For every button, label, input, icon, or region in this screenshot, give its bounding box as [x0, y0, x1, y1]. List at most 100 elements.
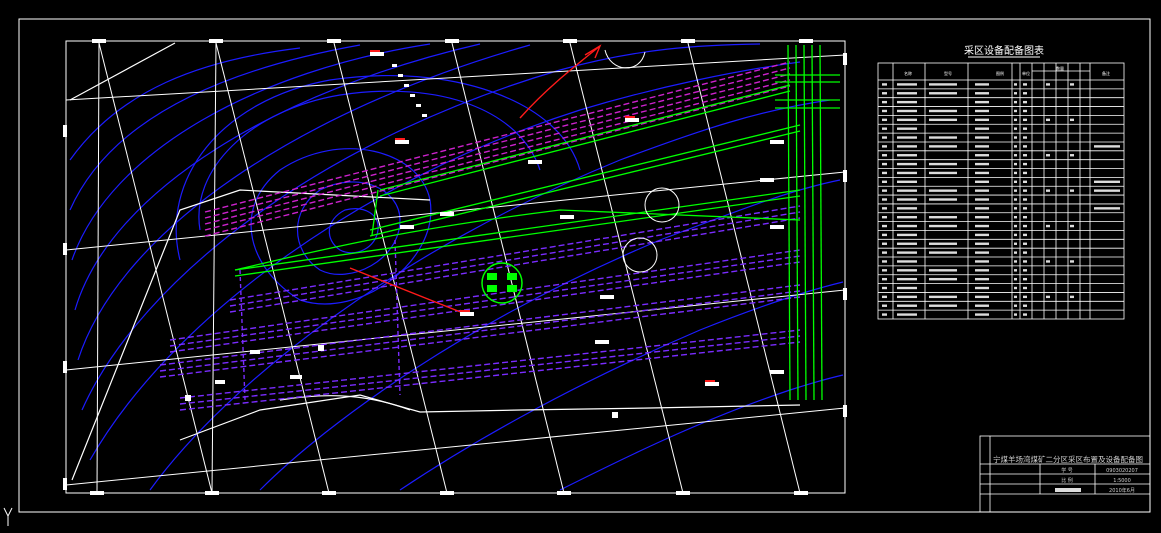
table-cell-mark [882, 198, 887, 201]
ucs-icon [3, 507, 13, 526]
table-cell-mark [882, 216, 887, 219]
table-cell-mark [1014, 118, 1017, 122]
table-cell-mark [882, 286, 887, 290]
table-cell-mark [929, 83, 957, 86]
table-cell-mark [882, 277, 887, 281]
table-cell-mark [1014, 295, 1017, 299]
table-cell-mark [929, 171, 957, 175]
table-cell-mark [897, 100, 917, 104]
table-cell-mark [1094, 180, 1120, 183]
table-cell-mark [1023, 127, 1027, 130]
table-cell-mark [1014, 198, 1017, 201]
map-border [65, 40, 846, 494]
table-cell-mark [1023, 207, 1027, 210]
table-cell-mark [929, 295, 957, 299]
table-cell-mark [1014, 286, 1017, 290]
table-cell-mark [882, 224, 887, 228]
table-cell-marks [882, 83, 1120, 316]
table-cell-mark [882, 100, 887, 104]
table-cell-mark [1014, 162, 1017, 166]
table-cell-mark [897, 109, 917, 113]
table-cell-mark [975, 216, 989, 219]
table-cell-mark [1023, 251, 1027, 254]
table-cell-mark [1023, 277, 1027, 281]
cad-drawing-canvas: 采区设备配备图表 名称 型号 图例 单位 数量 备注 宁煤羊场湾煤矿二分区采区布… [3, 18, 1151, 526]
table-cell-mark [975, 162, 989, 166]
table-cell-mark [975, 109, 989, 113]
table-cell-mark [1046, 224, 1050, 228]
table-cell-mark [1070, 295, 1074, 299]
table-cell-mark [1014, 260, 1017, 263]
table-cell-mark [975, 92, 989, 95]
table-cell-mark [975, 304, 989, 307]
title-block [979, 435, 1151, 513]
table-cell-mark [975, 136, 989, 139]
equipment-symbol [481, 262, 523, 304]
coordinate-grid [65, 42, 846, 494]
table-cell-mark [897, 162, 917, 166]
table-cell-mark [897, 224, 917, 228]
table-cell-mark [1046, 154, 1050, 157]
table-cell-mark [1023, 224, 1027, 228]
author-redacted [1055, 488, 1081, 492]
table-cell-mark [1014, 233, 1017, 237]
table-cell-mark [897, 286, 917, 290]
table-cell-mark [882, 145, 887, 148]
table-title: 采区设备配备图表 [964, 44, 1044, 57]
table-cell-mark [897, 242, 917, 245]
table-cell-mark [882, 109, 887, 113]
date-value: 2010年6月 [1109, 487, 1135, 494]
table-cell-mark [975, 171, 989, 175]
table-cell-mark [975, 207, 989, 210]
table-cell-mark [929, 198, 957, 201]
table-cell-mark [929, 162, 957, 166]
table-cell-mark [882, 304, 887, 307]
header-unit: 单位 [1022, 70, 1030, 76]
table-cell-mark [882, 118, 887, 122]
table-cell-mark [975, 286, 989, 290]
table-cell-mark [975, 233, 989, 237]
table-cell-mark [975, 224, 989, 228]
table-cell-mark [1023, 269, 1027, 272]
table-cell-mark [1023, 233, 1027, 237]
table-cell-mark [929, 277, 957, 281]
table-cell-mark [975, 251, 989, 254]
table-cell-mark [1014, 154, 1017, 157]
table-cell-mark [1023, 118, 1027, 122]
table-cell-mark [1014, 83, 1017, 86]
table-cell-mark [1046, 189, 1050, 192]
table-cell-mark [1014, 304, 1017, 307]
grid-ticks [63, 39, 847, 495]
table-cell-mark [897, 260, 917, 263]
table-cell-mark [1023, 92, 1027, 95]
scale-label: 比 例 [1061, 477, 1073, 484]
table-cell-mark [929, 304, 957, 307]
table-cell-mark [882, 136, 887, 139]
table-cell-mark [897, 269, 917, 272]
table-cell-mark [1070, 260, 1074, 263]
table-cell-mark [882, 260, 887, 263]
header-name: 名称 [904, 70, 912, 76]
table-cell-mark [1014, 136, 1017, 139]
table-cell-mark [975, 198, 989, 201]
table-cell-mark [1014, 189, 1017, 192]
table-cell-mark [929, 145, 957, 148]
table-cell-mark [882, 295, 887, 299]
header-figure: 图例 [996, 70, 1004, 76]
table-cell-mark [929, 118, 957, 122]
table-cell-mark [882, 242, 887, 245]
table-cell-mark [1070, 118, 1074, 122]
table-cell-mark [882, 233, 887, 237]
table-cell-mark [1023, 242, 1027, 245]
table-cell-mark [1014, 242, 1017, 245]
table-cell-mark [975, 189, 989, 192]
table-cell-mark [897, 216, 917, 219]
table-cell-mark [1023, 313, 1027, 316]
table-cell-mark [897, 313, 917, 316]
table-cell-mark [929, 269, 957, 272]
scale-value: 1:5000 [1113, 478, 1131, 484]
table-cell-mark [1023, 304, 1027, 307]
table-cell-mark [975, 118, 989, 122]
table-cell-mark [897, 83, 917, 86]
table-cell-mark [897, 207, 917, 210]
